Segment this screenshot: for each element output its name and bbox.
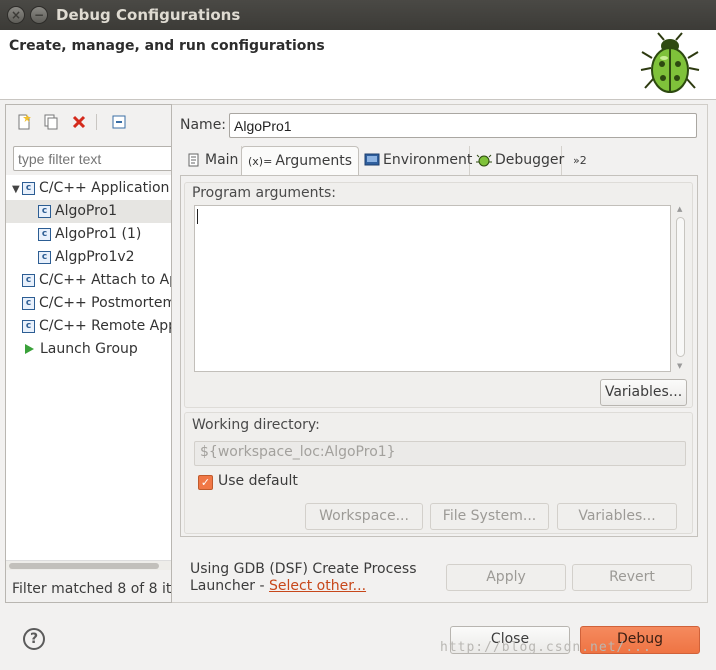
tab-label: Main (205, 152, 239, 168)
tree-item-cpp-application[interactable]: ▼ c C/C++ Application (6, 177, 171, 201)
launch-group-icon (25, 344, 34, 354)
filter-status-text: Filter matched 8 of 8 ite (12, 581, 172, 597)
banner-title: Create, manage, and run configurations (9, 38, 325, 54)
debugger-tab-icon (476, 154, 492, 167)
c-config-icon: c (38, 250, 51, 264)
minimize-window-icon[interactable]: − (30, 6, 48, 24)
tab-label: Debugger (495, 152, 565, 168)
tab-debugger[interactable]: Debugger (470, 146, 565, 175)
scroll-down-arrow-icon[interactable]: ▼ (677, 362, 682, 370)
program-arguments-label: Program arguments: (192, 185, 336, 201)
tree-item-label: C/C++ Remote App (39, 318, 172, 334)
collapse-all-icon[interactable] (110, 113, 128, 131)
expanded-triangle-icon[interactable]: ▼ (12, 178, 22, 201)
toolbar-divider (96, 114, 97, 130)
apply-button[interactable]: Apply (446, 564, 566, 591)
name-label: Name: (180, 117, 227, 133)
configuration-tree: ▼ c C/C++ Application c AlgoPro1 c AlgoPro1 … (6, 175, 172, 560)
tab-label: Environment (383, 152, 473, 168)
launcher-text-line1: Using GDB (DSF) Create Process (190, 561, 417, 577)
new-configuration-icon[interactable] (15, 113, 33, 131)
tab-overflow-chevron[interactable]: »2 (567, 146, 597, 175)
use-default-checkbox[interactable]: ✓ (198, 475, 213, 490)
tree-item-label: Launch Group (40, 341, 138, 357)
tree-item-algopro1-1[interactable]: c AlgoPro1 (1) (6, 223, 171, 246)
debug-bug-icon (640, 32, 700, 93)
title-bar: × − Debug Configurations (0, 0, 716, 30)
tree-item-label: C/C++ Application (39, 180, 170, 196)
variables-button[interactable]: Variables... (600, 379, 687, 406)
working-directory-group: Working directory: ${workspace_loc:AlgoP… (184, 412, 693, 534)
tree-item-cpp-attach[interactable]: c C/C++ Attach to Ap (6, 269, 172, 292)
tree-item-algppro1v2[interactable]: c AlgpPro1v2 (6, 246, 171, 269)
tree-item-cpp-postmortem[interactable]: c C/C++ Postmortem (6, 292, 172, 315)
tree-item-label: AlgoPro1 (55, 203, 118, 219)
program-arguments-textarea[interactable] (194, 205, 671, 372)
tab-main[interactable]: Main (180, 146, 242, 175)
tree-item-label: C/C++ Attach to Ap (39, 272, 172, 288)
select-other-link[interactable]: Select other... (269, 578, 366, 594)
c-config-icon: c (22, 319, 35, 333)
tree-item-label: AlgoPro1 (1) (55, 226, 142, 242)
configuration-name-input[interactable] (229, 113, 697, 138)
variables-button-2[interactable]: Variables... (557, 503, 677, 530)
configuration-editor-panel: Name: Main (x)=Arguments Environment Deb… (172, 104, 708, 603)
configuration-list-panel: ▼cC/C++ Application cAlgoPro1 cAlgoPro1 … (5, 104, 172, 603)
c-config-icon: c (38, 204, 51, 218)
file-system-button[interactable]: File System... (430, 503, 549, 530)
tree-item-cpp-remote-app[interactable]: c C/C++ Remote App (6, 315, 172, 338)
main-tab-icon (188, 153, 199, 167)
scrollbar-thumb[interactable] (9, 563, 159, 569)
duplicate-configuration-icon[interactable] (42, 113, 60, 131)
window-title: Debug Configurations (56, 6, 241, 24)
working-directory-label: Working directory: (192, 417, 320, 433)
tree-item-label: AlgpPro1v2 (55, 249, 135, 265)
close-window-icon[interactable]: × (7, 6, 25, 24)
revert-button[interactable]: Revert (572, 564, 692, 591)
arguments-tab-icon: (x)= (248, 155, 273, 168)
arguments-vertical-scrollbar[interactable]: ▲ ▼ (674, 205, 687, 372)
scrollbar-thumb[interactable] (676, 217, 685, 357)
watermark-text: http://blog.csdn.net/... (440, 640, 652, 655)
tab-environment[interactable]: Environment (358, 146, 473, 175)
c-config-icon: c (38, 227, 51, 241)
tree-item-launch-group[interactable]: Launch Group (6, 338, 171, 361)
environment-tab-icon (364, 153, 380, 166)
program-arguments-group: Program arguments: ▲ ▼ Variables... (184, 182, 693, 408)
overflow-count-label: »2 (573, 154, 587, 167)
launcher-text-line2: Launcher - Select other... (190, 578, 366, 594)
arguments-tab-content: Program arguments: ▲ ▼ Variables... Work… (180, 175, 698, 537)
tab-arguments[interactable]: (x)= Arguments (241, 146, 359, 177)
header-banner: Create, manage, and run configurations (0, 30, 716, 100)
delete-configuration-icon[interactable] (70, 113, 88, 131)
workspace-button[interactable]: Workspace... (305, 503, 423, 530)
tab-label: Arguments (275, 153, 353, 169)
c-config-icon: c (22, 273, 35, 287)
filter-input[interactable] (13, 146, 171, 171)
help-icon[interactable]: ? (23, 628, 45, 650)
launcher-prefix: Launcher - (190, 578, 270, 594)
tree-horizontal-scrollbar[interactable] (6, 560, 171, 570)
tree-item-algopro1[interactable]: c AlgoPro1 (6, 200, 171, 223)
c-config-icon: c (22, 181, 35, 195)
text-caret (197, 209, 198, 224)
use-default-label: Use default (218, 473, 298, 489)
working-directory-input[interactable]: ${workspace_loc:AlgoPro1} (194, 441, 686, 466)
scroll-up-arrow-icon[interactable]: ▲ (677, 205, 682, 213)
c-config-icon: c (22, 296, 35, 310)
tree-item-label: C/C++ Postmortem (39, 295, 172, 311)
